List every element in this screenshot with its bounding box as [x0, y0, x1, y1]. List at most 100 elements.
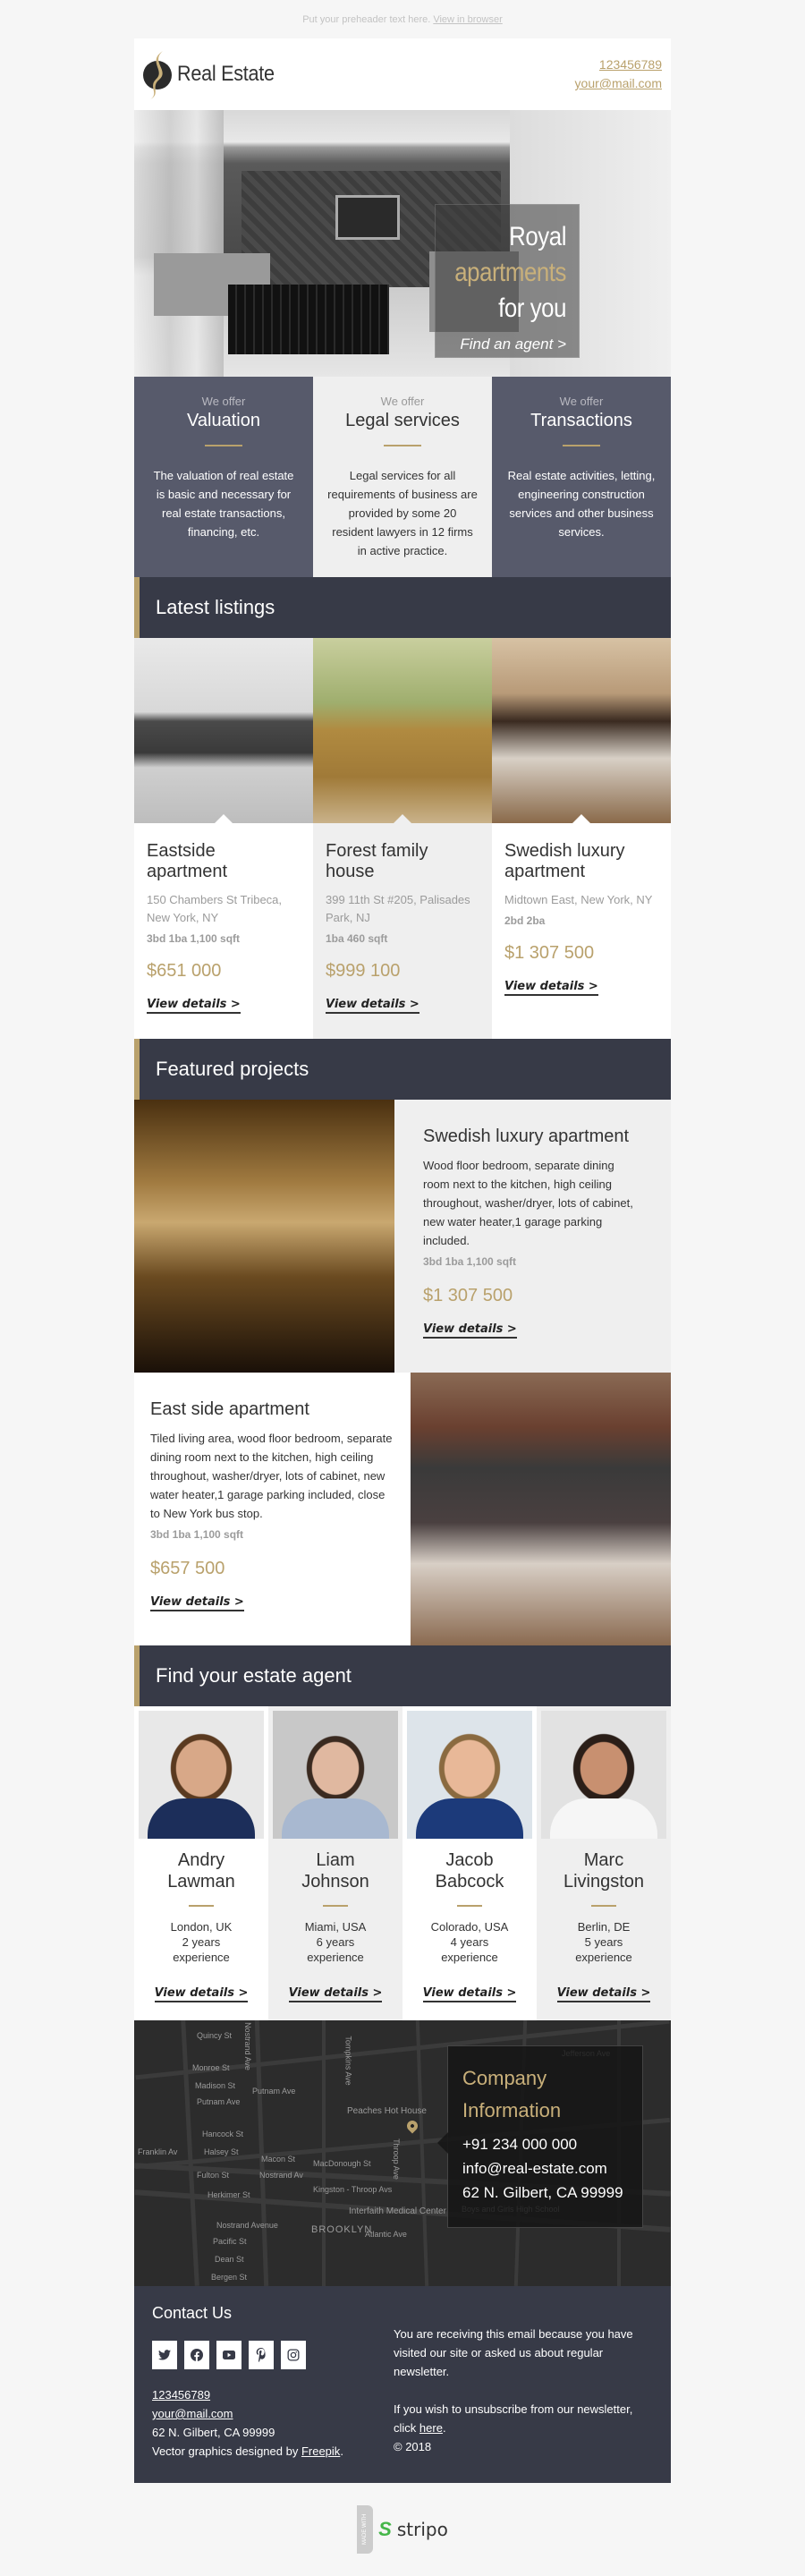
featured-price: $657 500: [150, 1559, 225, 1578]
map-label: BROOKLYN: [311, 2224, 373, 2235]
youtube-icon[interactable]: [216, 2341, 242, 2369]
featured-project: East side apartment Tiled living area, w…: [134, 1373, 671, 1645]
divider: [384, 445, 421, 446]
service-pre: We offer: [559, 395, 604, 408]
featured-image[interactable]: [411, 1373, 671, 1645]
view-details-link[interactable]: View details >: [556, 1986, 651, 2002]
view-details-link[interactable]: View details >: [423, 1322, 517, 1339]
header-email-link[interactable]: your@mail.com: [575, 76, 662, 90]
listing-price: $999 100: [326, 961, 401, 981]
listing-spec: 2bd 2ba: [504, 914, 546, 927]
map-label: Putnam Ave: [252, 2087, 296, 2096]
featured-projects-heading: Featured projects: [134, 1039, 671, 1100]
featured-name: East side apartment: [150, 1399, 309, 1419]
listing-price: $1 307 500: [504, 943, 595, 963]
view-in-browser-link[interactable]: View in browser: [433, 14, 502, 25]
agent-photo[interactable]: [407, 1711, 532, 1839]
freepik-link[interactable]: Freepik: [301, 2444, 340, 2458]
service-pre: We offer: [201, 395, 246, 408]
footer-notice: You are receiving this email because you…: [394, 2304, 653, 2483]
stripo-name: stripo: [396, 2519, 448, 2540]
map-label: Madison St: [195, 2081, 236, 2090]
view-details-link[interactable]: View details >: [147, 998, 241, 1014]
stripo-badge[interactable]: MADE WITH S stripo: [357, 2505, 448, 2554]
agents: Andry Lawman London, UK 2 years experience …: [134, 1706, 671, 2020]
listing-address: Midtown East, New York, NY: [504, 893, 653, 906]
view-details-link[interactable]: View details >: [504, 980, 598, 996]
find-agent-link[interactable]: Find an agent >: [460, 336, 566, 353]
agent-name: Jacob Babcock: [435, 1850, 504, 1892]
company-email: info@real-estate.com: [462, 2160, 607, 2177]
view-details-link[interactable]: View details >: [422, 1986, 517, 2002]
service-pre: We offer: [380, 395, 425, 408]
footer-address: 62 N. Gilbert, CA 99999: [152, 2426, 275, 2439]
hero-overlay: Royal apartments for you Find an agent >: [435, 204, 580, 358]
preheader-text: Put your preheader text here.: [302, 13, 431, 25]
company-info-title: Company Information: [462, 2067, 562, 2121]
unsubscribe-link[interactable]: here: [419, 2421, 443, 2435]
agent-card: Liam Johnson Miami, USA 6 years experience …: [268, 1706, 402, 2020]
listing-image[interactable]: [492, 638, 671, 823]
company-address: 62 N. Gilbert, CA 99999: [462, 2184, 623, 2201]
view-details-link[interactable]: View details >: [288, 1986, 383, 2002]
header-contacts: 123456789 your@mail.com: [575, 55, 662, 93]
agent-info: London, UK 2 years experience: [170, 1920, 233, 1964]
listing-card: Swedish luxury apartment Midtown East, N…: [492, 638, 671, 1039]
divider: [591, 1905, 616, 1907]
hero-image-curtain: [134, 110, 224, 377]
hero-title-line1: Royal: [509, 222, 566, 251]
map-street: [181, 2020, 199, 2286]
agent-photo[interactable]: [273, 1711, 398, 1839]
agent-card: Andry Lawman London, UK 2 years experience …: [134, 1706, 268, 2020]
listing-spec: 3bd 1ba 1,100 sqft: [147, 932, 241, 945]
listing-name: Eastside apartment: [147, 841, 228, 881]
logo-icon: [143, 51, 172, 99]
divider: [189, 1905, 214, 1907]
agent-photo[interactable]: [139, 1711, 264, 1839]
map[interactable]: Quincy St Monroe St Madison St Putnam Av…: [134, 2020, 671, 2286]
featured-spec: 3bd 1ba 1,100 sqft: [423, 1255, 517, 1268]
footer-email-link[interactable]: your@mail.com: [152, 2407, 233, 2420]
footer-phone-link[interactable]: 123456789: [152, 2388, 210, 2402]
agent-name: Andry Lawman: [167, 1850, 235, 1892]
header-phone-link[interactable]: 123456789: [599, 57, 662, 72]
service-title: Valuation: [187, 411, 260, 430]
featured-body: East side apartment Tiled living area, w…: [134, 1373, 411, 1645]
listing-image[interactable]: [134, 638, 313, 823]
service-card: We offer Valuation The valuation of real…: [134, 377, 313, 577]
copyright: © 2018: [394, 2440, 432, 2453]
view-details-link[interactable]: View details >: [326, 998, 419, 1014]
map-label: Tompkins Ave: [343, 2036, 353, 2086]
agent-photo[interactable]: [541, 1711, 666, 1839]
map-label: Putnam Ave: [197, 2097, 241, 2106]
listing-image[interactable]: [313, 638, 492, 823]
hero-image-tv: [335, 195, 400, 240]
map-label: Herkimer St: [208, 2190, 250, 2199]
map-street: [322, 2020, 326, 2286]
logo[interactable]: Real Estate: [141, 47, 285, 101]
listing-spec: 1ba 460 sqft: [326, 932, 388, 945]
service-desc: The valuation of real estate is basic an…: [153, 469, 294, 539]
featured-image[interactable]: [134, 1100, 394, 1373]
divider: [457, 1905, 482, 1907]
hero-title-line2: apartments: [454, 258, 566, 287]
company-phone: +91 234 000 000: [462, 2136, 578, 2153]
pointer-triangle: [572, 814, 590, 823]
view-details-link[interactable]: View details >: [154, 1986, 249, 2002]
map-label: Peaches Hot House: [347, 2106, 427, 2116]
instagram-icon[interactable]: [281, 2341, 306, 2369]
map-label: Atlantic Ave: [365, 2230, 407, 2239]
view-details-link[interactable]: View details >: [150, 1595, 244, 1611]
map-pin-icon: [404, 2118, 420, 2134]
agent-card: Jacob Babcock Colorado, USA 4 years experie…: [402, 1706, 537, 2020]
twitter-icon[interactable]: [152, 2341, 177, 2369]
featured-name: Swedish luxury apartment: [423, 1126, 630, 1146]
facebook-icon[interactable]: [184, 2341, 209, 2369]
map-label: Halsey St: [204, 2147, 239, 2156]
listing-body: Swedish luxury apartment Midtown East, N…: [492, 823, 671, 1039]
hero-title-line3: for you: [498, 293, 566, 323]
service-title: Legal services: [345, 411, 460, 430]
latest-listings: Eastside apartment 150 Chambers St Tribe…: [134, 638, 671, 1039]
pinterest-icon[interactable]: [249, 2341, 274, 2369]
map-label: Throop Ave: [391, 2138, 401, 2180]
